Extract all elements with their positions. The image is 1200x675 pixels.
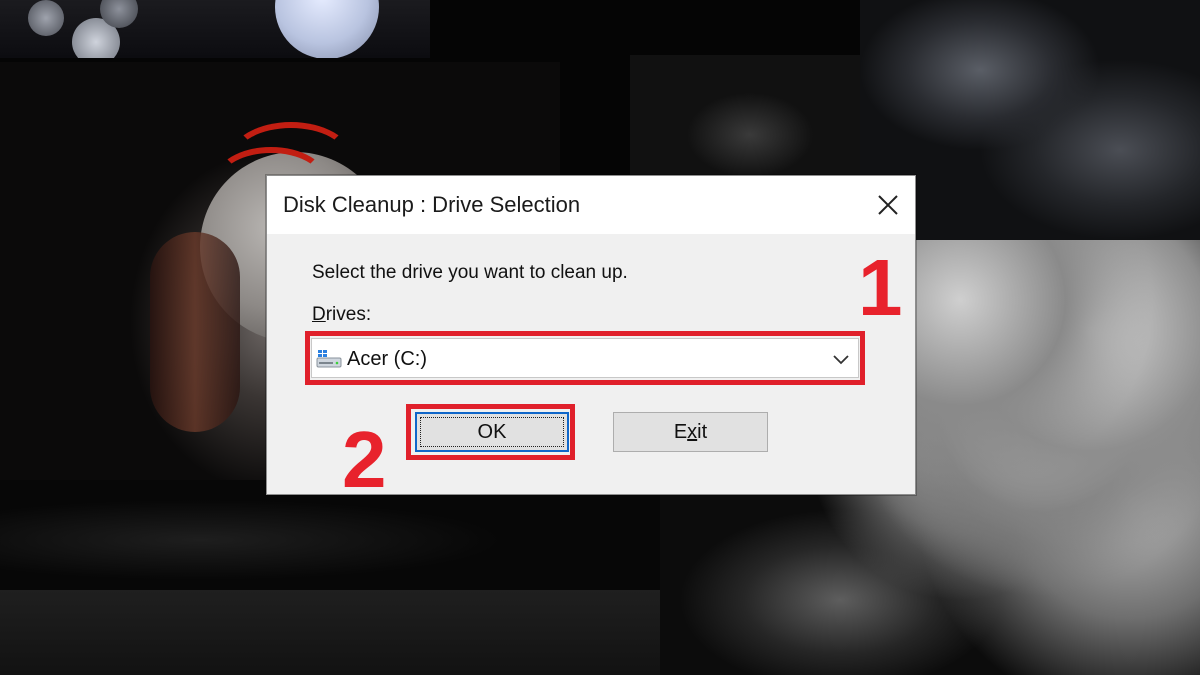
drives-label-accelerator: D (312, 304, 326, 325)
exit-button-label: Exit (674, 421, 707, 444)
ok-button[interactable]: OK (415, 412, 569, 452)
wallpaper-orbs (0, 0, 430, 58)
drives-label-text: rives: (325, 304, 372, 325)
close-button[interactable] (871, 188, 905, 222)
wallpaper-branches (0, 480, 660, 590)
instruction-text: Select the drive you want to clean up. (312, 262, 628, 283)
selected-drive-value: Acer (C:) (347, 348, 427, 370)
dialog-title: Disk Cleanup : Drive Selection (283, 192, 581, 217)
drives-label: Drives: (312, 304, 371, 326)
chevron-down-icon (833, 355, 849, 365)
step-number-1: 1 (858, 243, 903, 332)
drive-icon (316, 350, 342, 368)
exit-button[interactable]: Exit (613, 412, 768, 452)
exit-label-end: it (697, 420, 708, 443)
wallpaper-orb (28, 0, 64, 36)
drive-dropdown[interactable]: Acer (C:) (311, 338, 859, 378)
wallpaper-orb (275, 0, 379, 58)
exit-label-accelerator: x (687, 420, 698, 443)
wallpaper-hand (150, 232, 240, 432)
exit-label-start: E (673, 420, 688, 443)
step-number-2: 2 (342, 415, 387, 504)
close-icon (878, 195, 898, 215)
wallpaper-bottom-panel (0, 590, 660, 675)
title-bar[interactable]: Disk Cleanup : Drive Selection (267, 176, 915, 234)
focus-rectangle (420, 417, 564, 447)
